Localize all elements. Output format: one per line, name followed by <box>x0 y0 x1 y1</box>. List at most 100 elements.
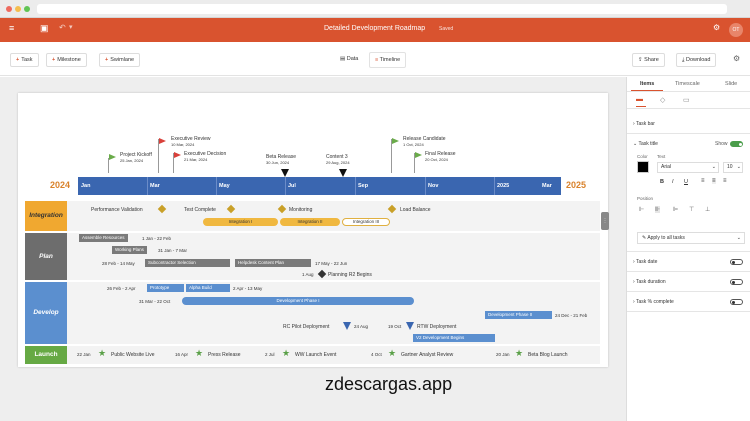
swimlane-plan[interactable]: Plan <box>25 233 67 280</box>
launch-label[interactable]: Public Website Live <box>111 352 155 358</box>
task-bar[interactable]: Development Phase II <box>485 311 552 319</box>
integration-milestone-label[interactable]: Performance Validation <box>91 207 143 213</box>
position-center-icon[interactable]: ⊪ <box>655 206 661 213</box>
milestone-label[interactable]: Beta Release 30 Jun, 2024 <box>266 154 296 166</box>
milestone-label[interactable]: RC Pilot Deployment <box>283 324 329 330</box>
tab-slide[interactable]: Slide <box>725 81 737 87</box>
task-complete-section[interactable]: › Task % complete <box>633 299 745 305</box>
position-right-icon[interactable]: ⊫ <box>673 206 678 213</box>
address-bar[interactable] <box>37 4 727 14</box>
position-left-icon[interactable]: ⊩ <box>639 206 644 213</box>
star-icon: ★ <box>515 348 524 358</box>
milestone-date: 20 Oct, 2024 <box>425 157 448 162</box>
color-swatch[interactable] <box>637 161 649 173</box>
position-above-icon[interactable]: ⊤ <box>689 206 694 213</box>
task-bar[interactable]: Assemble Resources <box>79 234 128 242</box>
launch-label[interactable]: Press Release <box>208 352 241 358</box>
tab-timescale[interactable]: Timescale <box>675 81 700 87</box>
share-button[interactable]: ⇪ Share <box>632 53 665 67</box>
task-bar[interactable]: Prototype <box>147 284 184 292</box>
milestone-pole <box>391 139 392 173</box>
maximize-window-icon[interactable] <box>24 6 30 12</box>
settings-icon[interactable]: ⚙ <box>713 23 720 32</box>
month-label: Sep <box>358 183 369 189</box>
save-icon[interactable]: ▣ <box>40 23 49 34</box>
milestone-label[interactable]: Final Release 20 Oct, 2024 <box>425 151 456 163</box>
milestone-date: 25 Jan, 2024 <box>120 158 144 163</box>
tab-items[interactable]: Items <box>640 81 654 87</box>
gear-icon[interactable]: ⚙ <box>733 54 740 63</box>
integration-milestone-label[interactable]: Monitoring <box>289 207 312 213</box>
task-title-section[interactable]: ⌄ Task title Show <box>633 141 745 147</box>
share-label: Share <box>644 57 659 63</box>
italic-button[interactable]: I <box>672 179 674 185</box>
minimize-window-icon[interactable] <box>15 6 21 12</box>
milestone-date: 1 Oct, 2024 <box>403 142 424 147</box>
align-center-icon[interactable]: ≡ <box>712 178 716 184</box>
undo-icon[interactable]: ↶ <box>59 23 66 32</box>
task-bar[interactable]: Development Phase I <box>182 297 414 305</box>
font-size-value: 10 <box>727 164 733 170</box>
swimlane-launch[interactable]: Launch <box>25 346 67 364</box>
swimlane-integration[interactable]: Integration <box>25 201 67 231</box>
milestone-label[interactable]: Content 3 29 Aug, 2024 <box>326 154 350 166</box>
task-complete-label: Task % complete <box>635 299 674 305</box>
task-bar[interactable]: Integration I <box>203 218 278 226</box>
milestone-label[interactable]: RTW Deployment <box>417 324 456 330</box>
milestone-label[interactable]: Executive Decision 21 Mar, 2024 <box>184 151 226 163</box>
task-bar[interactable]: Working Plans <box>112 246 147 254</box>
bold-button[interactable]: B <box>660 179 664 185</box>
star-icon: ★ <box>98 348 107 358</box>
underline-button[interactable]: U <box>684 179 688 185</box>
launch-label[interactable]: WW Launch Event <box>295 352 336 358</box>
download-button[interactable]: ⤓ Download <box>676 53 717 67</box>
table-icon: ▤ <box>340 56 347 62</box>
add-milestone-button[interactable]: + Milestone <box>46 53 87 67</box>
task-duration-toggle[interactable] <box>730 279 743 285</box>
add-task-button[interactable]: + Task <box>10 53 39 67</box>
font-select[interactable]: Arial ⌄ <box>657 162 719 173</box>
task-date-section[interactable]: › Task date <box>633 259 745 265</box>
chevron-down-icon[interactable]: ▾ <box>69 23 73 31</box>
chevron-down-icon: ⌄ <box>736 164 741 170</box>
apply-to-all-button[interactable]: ✎ Apply to all tasks ⌄ <box>637 232 745 244</box>
task-duration-section[interactable]: › Task duration <box>633 279 745 285</box>
position-below-icon[interactable]: ⊥ <box>705 206 710 213</box>
task-bar[interactable]: Helpdesk Content Plan <box>235 259 311 267</box>
task-bar[interactable]: Subcontractor Selection <box>145 259 230 267</box>
launch-label[interactable]: Beta Blog Launch <box>528 352 567 358</box>
task-complete-toggle[interactable] <box>730 299 743 305</box>
task-date-toggle[interactable] <box>730 259 743 265</box>
milestone-style-icon[interactable]: ◇ <box>660 96 665 104</box>
integration-milestone-label[interactable]: Test Complete <box>184 207 216 213</box>
drag-handle-icon[interactable]: ⋮ <box>601 212 609 230</box>
document-title[interactable]: Detailed Development Roadmap <box>324 25 425 32</box>
swimlane-develop[interactable]: Develop <box>25 282 67 344</box>
avatar[interactable]: OT <box>729 23 743 37</box>
task-style-icon[interactable]: ▬ <box>636 96 643 103</box>
task-bar-section[interactable]: › Task bar <box>633 121 745 127</box>
position-label: Position <box>637 196 654 201</box>
task-bar[interactable]: Integration II <box>280 218 340 226</box>
task-bar[interactable]: Integration III <box>342 218 390 226</box>
swimlane-style-icon[interactable]: ▭ <box>683 96 690 104</box>
show-title-toggle[interactable] <box>730 141 743 147</box>
timeline-view-tab[interactable]: ≡ Timeline <box>369 52 407 68</box>
add-swimlane-button[interactable]: + Swimlane <box>99 53 141 67</box>
menu-icon[interactable]: ≡ <box>9 23 14 33</box>
launch-label[interactable]: Gartner Analyst Review <box>401 352 453 358</box>
align-left-icon[interactable]: ≡ <box>701 178 705 184</box>
milestone-label[interactable]: Planning R2 Begins <box>328 272 372 278</box>
font-size-select[interactable]: 10 ⌄ <box>723 162 743 173</box>
task-bar[interactable]: V2 Development Begins <box>413 334 495 342</box>
milestone-label[interactable]: Release Candidate 1 Oct, 2024 <box>403 136 446 148</box>
close-window-icon[interactable] <box>6 6 12 12</box>
month-label: Nov <box>428 183 439 189</box>
month-label: May <box>219 183 230 189</box>
milestone-label[interactable]: Project Kickoff 25 Jan, 2024 <box>120 152 152 164</box>
milestone-label[interactable]: Executive Review 10 Mar, 2024 <box>171 136 210 148</box>
integration-milestone-label[interactable]: Load Balance <box>400 207 431 213</box>
task-bar[interactable]: Alpha Build <box>186 284 230 292</box>
align-right-icon[interactable]: ≡ <box>723 178 727 184</box>
data-view-tab[interactable]: ▤ Data <box>340 56 358 62</box>
